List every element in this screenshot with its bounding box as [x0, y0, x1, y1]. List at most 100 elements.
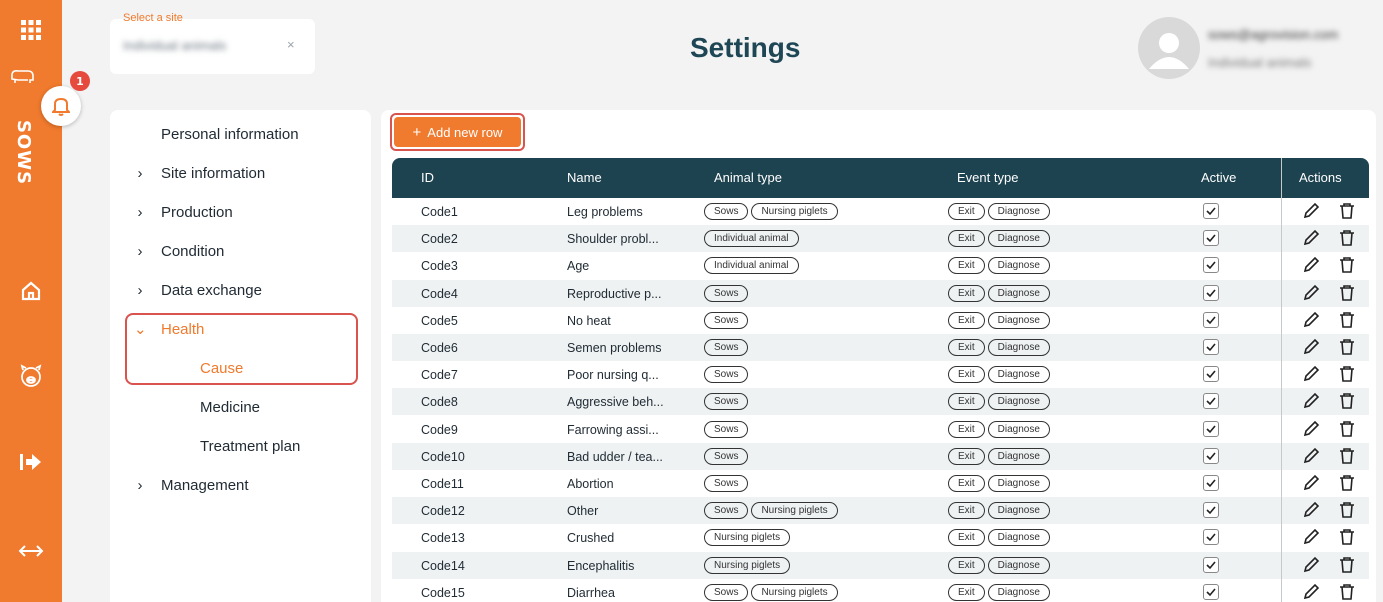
site-select-value[interactable]: Individual animals: [123, 38, 226, 53]
active-checkbox[interactable]: [1203, 475, 1219, 491]
column-header-animal-type[interactable]: Animal type: [714, 170, 782, 185]
home-icon[interactable]: [0, 280, 62, 302]
trash-icon[interactable]: [1339, 202, 1355, 223]
cell-event-type: Exit Diagnose: [948, 475, 1050, 492]
trash-icon[interactable]: [1339, 392, 1355, 413]
trash-icon[interactable]: [1339, 501, 1355, 522]
cell-event-type: Exit Diagnose: [948, 420, 1050, 438]
table-row[interactable]: Code1 Leg problems Sows Nursing piglets Exit…: [392, 198, 1369, 225]
event-type-tag: Diagnose: [987, 475, 1050, 492]
table-row[interactable]: Code8 Aggressive beh... Sows Exit Diagnose: [392, 388, 1369, 416]
table-row[interactable]: Code9 Farrowing assi... Sows Exit Diagnose: [392, 416, 1369, 443]
table-row[interactable]: Code15 Diarrhea Sows Nursing piglets Exit Dia…: [392, 579, 1369, 602]
event-type-tag: Diagnose: [987, 203, 1050, 220]
site-clear-icon[interactable]: ×: [287, 37, 295, 52]
active-checkbox[interactable]: [1203, 311, 1219, 328]
active-checkbox[interactable]: [1203, 420, 1219, 437]
nav-item-data-exchange[interactable]: › Data exchange: [110, 275, 371, 305]
edit-icon[interactable]: [1302, 284, 1320, 305]
table-row[interactable]: Code14 Encephalitis Nursing piglets Exit Dia…: [392, 551, 1369, 579]
edit-icon[interactable]: [1302, 229, 1320, 250]
edit-icon[interactable]: [1302, 474, 1320, 495]
trash-icon[interactable]: [1339, 256, 1355, 277]
nav-item-condition[interactable]: › Condition: [110, 236, 371, 266]
edit-icon[interactable]: [1302, 365, 1320, 386]
chevron-right-icon: ›: [137, 242, 143, 260]
notification-bell-button[interactable]: [41, 86, 81, 126]
apps-grid-icon[interactable]: [0, 20, 62, 40]
edit-icon[interactable]: [1302, 501, 1320, 522]
active-checkbox[interactable]: [1203, 393, 1219, 410]
trash-icon[interactable]: [1339, 365, 1355, 386]
nav-item-production[interactable]: › Production: [110, 197, 371, 227]
table-row[interactable]: Code4 Reproductive p... Sows Exit Diagnose: [392, 279, 1369, 307]
active-checkbox[interactable]: [1203, 502, 1219, 519]
column-header-active[interactable]: Active: [1201, 170, 1236, 185]
edit-icon[interactable]: [1302, 338, 1320, 359]
active-checkbox[interactable]: [1203, 230, 1219, 247]
edit-icon[interactable]: [1302, 556, 1320, 577]
trash-icon[interactable]: [1339, 583, 1355, 602]
edit-icon[interactable]: [1302, 583, 1320, 602]
edit-icon[interactable]: [1302, 447, 1320, 468]
check-icon: [1205, 341, 1217, 353]
active-checkbox[interactable]: [1203, 284, 1219, 301]
chevron-right-icon: ›: [137, 203, 143, 221]
table-row[interactable]: Code12 Other Sows Nursing piglets Exit Diagno…: [392, 497, 1369, 525]
trash-icon[interactable]: [1339, 528, 1355, 549]
nav-item-personal-information[interactable]: Personal information: [110, 119, 371, 149]
pig-icon[interactable]: [0, 363, 62, 389]
table-row[interactable]: Code13 Crushed Nursing piglets Exit Diagnose: [392, 524, 1369, 551]
edit-icon[interactable]: [1302, 392, 1320, 413]
add-new-row-button[interactable]: + Add new row: [394, 117, 521, 147]
table-row[interactable]: Code10 Bad udder / tea... Sows Exit Diagnose: [392, 442, 1369, 470]
edit-icon[interactable]: [1302, 528, 1320, 549]
nav-item-treatment-plan[interactable]: Treatment plan: [110, 431, 371, 461]
cell-name: Semen problems: [567, 341, 662, 355]
active-checkbox[interactable]: [1203, 556, 1219, 573]
avatar[interactable]: [1138, 17, 1200, 79]
edit-icon[interactable]: [1302, 420, 1320, 441]
event-type-tag: Diagnose: [987, 257, 1050, 275]
trash-icon[interactable]: [1339, 556, 1355, 577]
trash-icon[interactable]: [1339, 311, 1355, 332]
column-header-name[interactable]: Name: [567, 170, 602, 185]
edit-icon[interactable]: [1302, 256, 1320, 277]
trash-icon[interactable]: [1339, 420, 1355, 441]
event-type-tag: Diagnose: [987, 583, 1050, 601]
trash-icon[interactable]: [1339, 284, 1355, 305]
edit-icon[interactable]: [1302, 202, 1320, 223]
event-type-tag: Diagnose: [987, 284, 1050, 302]
table-row[interactable]: Code7 Poor nursing q... Sows Exit Diagnose: [392, 361, 1369, 388]
table-row[interactable]: Code11 Abortion Sows Exit Diagnose: [392, 470, 1369, 497]
nav-item-site-information[interactable]: › Site information: [110, 158, 371, 188]
cell-id: Code11: [421, 477, 464, 491]
trash-icon[interactable]: [1339, 229, 1355, 250]
trash-icon[interactable]: [1339, 338, 1355, 359]
nav-item-medicine[interactable]: Medicine: [110, 392, 371, 422]
table-row[interactable]: Code6 Semen problems Sows Exit Diagnose: [392, 334, 1369, 361]
table-row[interactable]: Code5 No heat Sows Exit Diagnose: [392, 307, 1369, 334]
active-checkbox[interactable]: [1203, 583, 1219, 600]
edit-icon[interactable]: [1302, 311, 1320, 332]
swap-arrows-icon[interactable]: [0, 542, 62, 560]
trash-icon[interactable]: [1339, 447, 1355, 468]
trash-icon[interactable]: [1339, 474, 1355, 495]
logout-icon[interactable]: [0, 452, 62, 472]
cell-animal-type: Sows Nursing piglets: [704, 502, 838, 520]
active-checkbox[interactable]: [1203, 447, 1219, 464]
column-header-event-type[interactable]: Event type: [957, 170, 1018, 185]
event-type-tag: Exit: [948, 475, 985, 492]
event-type-tag: Diagnose: [987, 393, 1050, 411]
cell-id: Code13: [421, 531, 465, 546]
column-header-id[interactable]: ID: [421, 170, 434, 185]
animal-type-tag: Nursing piglets: [704, 529, 791, 547]
active-checkbox[interactable]: [1203, 529, 1219, 546]
table-row[interactable]: Code3 Age Individual animal Exit Diagnose: [392, 252, 1369, 279]
active-checkbox[interactable]: [1203, 366, 1219, 383]
nav-item-management[interactable]: › Management: [110, 470, 371, 500]
table-row[interactable]: Code2 Shoulder probl... Individual animal E…: [392, 225, 1369, 253]
active-checkbox[interactable]: [1203, 257, 1219, 274]
active-checkbox[interactable]: [1203, 203, 1219, 219]
active-checkbox[interactable]: [1203, 339, 1219, 355]
